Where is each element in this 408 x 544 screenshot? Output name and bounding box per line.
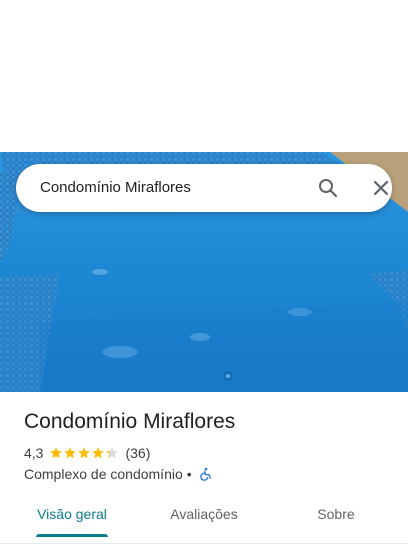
place-category: Complexo de condomínio xyxy=(24,466,183,482)
rating-row[interactable]: 4,3 (36) xyxy=(24,444,150,462)
search-input[interactable]: Condomínio Miraflores xyxy=(40,164,191,212)
star-icon xyxy=(106,447,119,459)
selected-tab-indicator xyxy=(36,534,108,537)
search-bar[interactable]: Condomínio Miraflores xyxy=(16,164,392,212)
blank-header-area xyxy=(0,0,408,152)
star-icon xyxy=(50,447,63,459)
place-title: Condomínio Miraflores xyxy=(24,410,236,433)
star-icon xyxy=(78,447,91,459)
separator-dot: • xyxy=(186,466,192,482)
tab-about[interactable]: Sobre xyxy=(296,494,376,534)
rating-value: 4,3 xyxy=(24,445,44,461)
category-row: Complexo de condomínio • xyxy=(24,465,213,483)
search-icon[interactable] xyxy=(316,176,340,200)
close-icon[interactable] xyxy=(369,176,393,200)
tab-bar: Visão geral Avaliações Sobre xyxy=(0,494,408,538)
star-icon xyxy=(64,447,77,459)
wheelchair-icon xyxy=(199,467,213,481)
tab-overview[interactable]: Visão geral xyxy=(24,494,120,534)
star-icon xyxy=(92,447,105,459)
review-count[interactable]: (36) xyxy=(125,445,150,461)
rating-stars xyxy=(49,446,119,460)
tab-reviews[interactable]: Avaliações xyxy=(156,494,252,534)
